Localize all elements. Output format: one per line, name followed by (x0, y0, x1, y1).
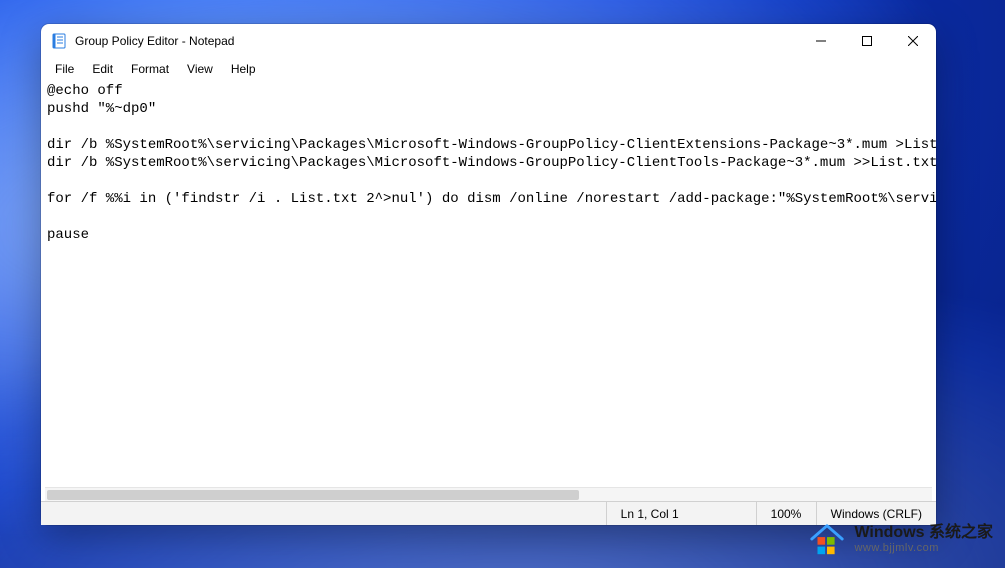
watermark-text: Windows 系统之家 www.bjjmlv.com (854, 524, 993, 554)
statusbar-spacer (41, 502, 606, 525)
horizontal-scrollbar[interactable] (45, 487, 932, 501)
maximize-button[interactable] (844, 24, 890, 58)
text-editor[interactable]: @echo off pushd "%~dp0" dir /b %SystemRo… (41, 80, 936, 487)
scrollbar-thumb[interactable] (47, 490, 579, 500)
editor-area: @echo off pushd "%~dp0" dir /b %SystemRo… (41, 80, 936, 501)
menubar: File Edit Format View Help (41, 58, 936, 80)
status-zoom: 100% (756, 502, 816, 525)
close-button[interactable] (890, 24, 936, 58)
minimize-button[interactable] (798, 24, 844, 58)
watermark-url: www.bjjmlv.com (854, 542, 993, 554)
status-cursor-position: Ln 1, Col 1 (606, 502, 756, 525)
window-title: Group Policy Editor - Notepad (75, 34, 234, 48)
watermark: Windows 系统之家 www.bjjmlv.com (808, 520, 993, 558)
notepad-window: Group Policy Editor - Notepad File Edit … (41, 24, 936, 525)
titlebar-left: Group Policy Editor - Notepad (51, 33, 234, 49)
titlebar[interactable]: Group Policy Editor - Notepad (41, 24, 936, 58)
watermark-logo-icon (808, 520, 846, 558)
menu-format[interactable]: Format (123, 60, 177, 78)
window-controls (798, 24, 936, 58)
watermark-brand: Windows 系统之家 (854, 524, 993, 542)
menu-view[interactable]: View (179, 60, 221, 78)
menu-help[interactable]: Help (223, 60, 264, 78)
menu-file[interactable]: File (47, 60, 82, 78)
notepad-icon (51, 33, 67, 49)
statusbar: Ln 1, Col 1 100% Windows (CRLF) (41, 501, 936, 525)
menu-edit[interactable]: Edit (84, 60, 121, 78)
